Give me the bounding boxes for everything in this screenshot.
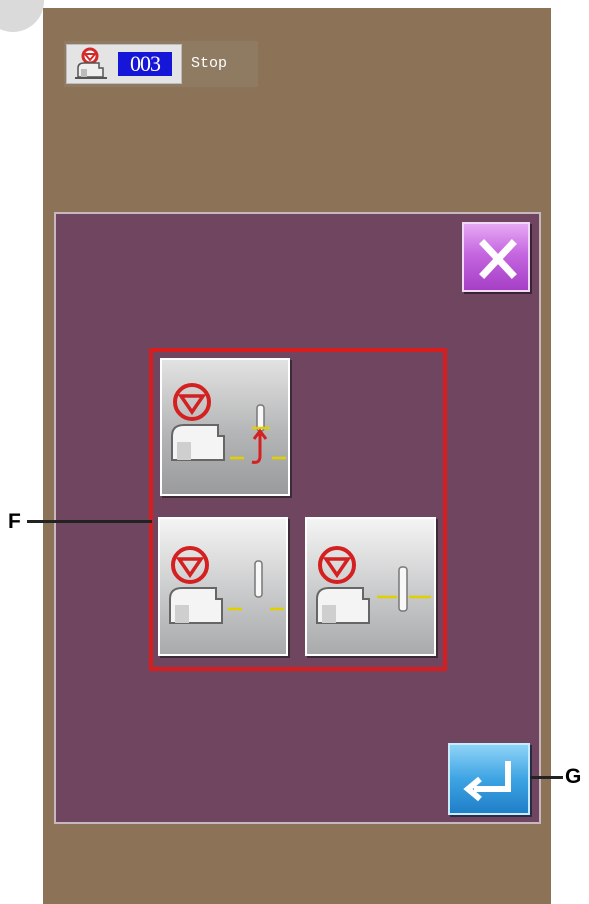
callout-line-f [27,520,152,523]
callout-line-g [530,776,563,779]
needle-position-reverse-icon [171,383,286,464]
program-number: 003 [118,52,172,76]
needle-stop-up-button[interactable] [305,517,436,656]
needle-stop-up-icon [316,546,431,624]
close-button[interactable] [462,222,530,292]
sewing-machine-stop-icon [73,47,109,81]
callout-label-f: F [8,510,21,533]
status-text: Stop [191,55,228,72]
close-icon [479,239,517,279]
needle-stop-down-button[interactable] [158,517,288,656]
enter-icon [463,761,511,802]
needle-stop-down-icon [169,546,284,624]
enter-button[interactable] [448,743,530,815]
needle-stop-reverse-button[interactable] [160,358,290,496]
corner-decoration [0,0,44,32]
callout-label-g: G [565,765,582,788]
